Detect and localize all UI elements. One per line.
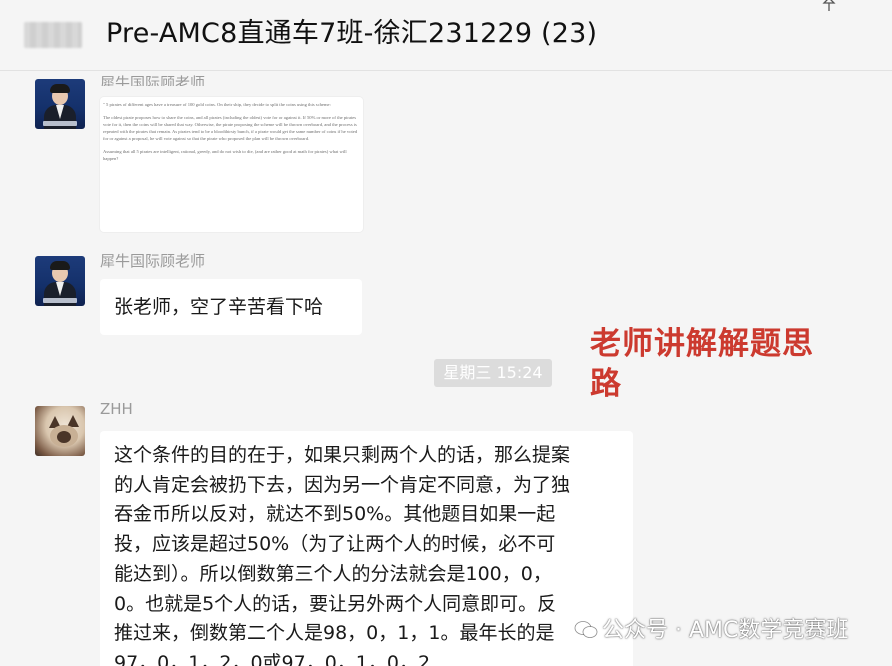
message-line: 推过来，倒数第二个人是98，0，1，1。最年长的是 [114, 622, 555, 645]
message-bubble[interactable]: 张老师，空了辛苦看下哈 [100, 279, 362, 335]
avatar-teacher[interactable] [35, 256, 85, 306]
image-text-line: Assuming that all 5 pirates are intellig… [103, 149, 347, 161]
image-text-line: " 5 pirates of different ages have a tre… [103, 102, 331, 107]
message-line: 吞金币所以反对，就达不到50%。其他题目如果一起 [114, 503, 556, 526]
watermark-text: 公众号 · AMC数学竞赛班 [602, 618, 849, 643]
message-line: 的人肯定会被扔下去，因为另一个肯定不同意，为了独 [114, 473, 571, 496]
group-avatar[interactable] [24, 22, 82, 48]
annotation-text: 老师讲解解题思路 [590, 326, 814, 402]
chat-title: Pre-AMC8直通车7班-徐汇231229 (23) [106, 18, 598, 49]
avatar-zhh[interactable] [35, 406, 85, 456]
message-line: 0。也就是5个人的话，要让另外两个人同意即可。反 [114, 592, 557, 615]
message-line: 能达到）。所以倒数第三个人的分法就会是100，0， [114, 562, 552, 585]
pin-icon[interactable] [822, 0, 836, 12]
sender-name: 犀牛国际顾老师 [100, 252, 206, 270]
sender-name: ZHH [100, 400, 133, 418]
message-line: 这个条件的目的在于，如果只剩两个人的话，那么提案 [114, 444, 571, 466]
chat-header: Pre-AMC8直通车7班-徐汇231229 (23) [0, 0, 892, 71]
message-line: 97，0，1，2，0或97，0，1，0，2 [114, 651, 431, 666]
wechat-official-account-icon [574, 621, 598, 638]
watermark: 公众号 · AMC数学竞赛班 [574, 617, 874, 645]
avatar-teacher[interactable] [35, 79, 85, 129]
image-message[interactable]: " 5 pirates of different ages have a tre… [100, 97, 363, 232]
sender-name: 犀牛国际顾老师 [100, 74, 206, 86]
message-bubble[interactable]: 这个条件的目的在于，如果只剩两个人的话，那么提案 的人肯定会被扔下去，因为另一个… [100, 431, 633, 666]
message-line: 投，应该是超过50%（为了让两个人的时候，必不可 [114, 533, 556, 556]
message-list[interactable]: 犀牛国际顾老师 " 5 pirates of different ages ha… [0, 71, 892, 666]
timestamp-badge: 星期三 15:24 [434, 359, 552, 387]
image-text-line: The oldest pirate proposes how to share … [103, 115, 358, 141]
